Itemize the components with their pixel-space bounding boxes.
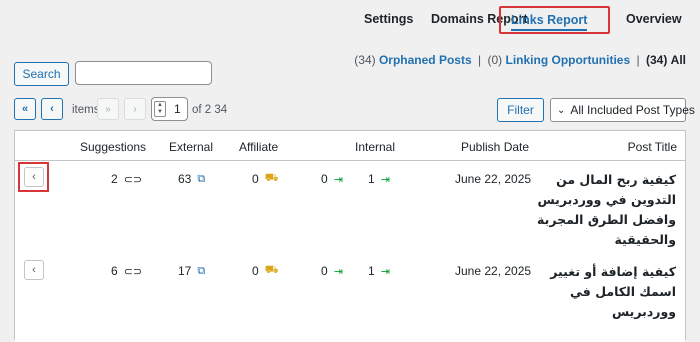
items-label: items: [72, 104, 100, 116]
all-link[interactable]: All: [671, 53, 686, 67]
internal-outbound-count: 1: [368, 172, 375, 186]
external-cell[interactable]: 63 ⧉: [178, 172, 205, 186]
chevron-down-icon: ⌄: [557, 104, 566, 116]
orphaned-posts-link[interactable]: Orphaned Posts: [379, 53, 472, 67]
inbound-link-icon: ⇥: [333, 173, 343, 186]
header-external[interactable]: External: [169, 140, 213, 154]
external-count: 63: [178, 172, 192, 186]
external-link-icon: ⧉: [197, 172, 206, 185]
separator: |: [478, 53, 482, 67]
internal-inbound-cell[interactable]: 0 ⇥: [321, 172, 343, 186]
page-of-label: of 2: [192, 104, 212, 116]
tab-overview[interactable]: Overview: [626, 12, 682, 26]
tab-links-report[interactable]: Links Report: [499, 6, 610, 34]
prev-page-button[interactable]: ‹: [41, 98, 63, 120]
next-page-button[interactable]: ›: [124, 98, 146, 120]
total-items-count: 34: [214, 104, 228, 116]
cart-icon: ⛟: [264, 172, 279, 184]
post-type-select[interactable]: ⌄ All Included Post Types: [550, 98, 695, 122]
link-icon: ⊂⊃: [123, 173, 143, 186]
orphaned-count: (34): [354, 53, 376, 67]
internal-outbound-cell[interactable]: 1 ⇥: [368, 264, 390, 278]
link-icon: ⊂⊃: [123, 265, 143, 278]
post-title-link[interactable]: كيفية إضافة أو تغيير اسمك الكامل في وورد…: [516, 262, 676, 322]
internal-inbound-count: 0: [321, 172, 328, 186]
internal-inbound-cell[interactable]: 0 ⇥: [321, 264, 343, 278]
outbound-link-icon: ⇥: [380, 173, 390, 186]
links-report-table: Suggestions External Affiliate Internal …: [14, 130, 686, 342]
current-page-value: 1: [174, 102, 181, 116]
all-count: (34): [645, 53, 668, 67]
header-affiliate[interactable]: Affiliate: [239, 140, 278, 154]
outbound-link-icon: ⇥: [380, 265, 390, 278]
cart-icon: ⛟: [264, 264, 279, 276]
header-internal[interactable]: Internal: [355, 140, 395, 154]
suggestions-count: 2: [111, 172, 118, 186]
view-filters: (34) Orphaned Posts | (0) Linking Opport…: [354, 53, 686, 67]
suggestions-count: 6: [111, 264, 118, 278]
affiliate-count: 0: [252, 172, 259, 186]
expand-row-button[interactable]: ‹: [24, 167, 44, 187]
last-page-button[interactable]: »: [97, 98, 119, 120]
post-type-select-value: All Included Post Types: [570, 103, 695, 117]
linking-opportunities-link[interactable]: Linking Opportunities: [505, 53, 630, 67]
affiliate-cell[interactable]: 0 ⛟: [252, 172, 279, 186]
internal-outbound-count: 1: [368, 264, 375, 278]
page-total-label: of 2 34: [192, 104, 227, 116]
table-row: ‹ 6 ⊂⊃ 17 ⧉ 0 ⛟ 0 ⇥ 1 ⇥ June 22, 2025 كي…: [15, 254, 685, 342]
table-row: ‹ 2 ⊂⊃ 63 ⧉ 0 ⛟ 0 ⇥ 1 ⇥ June 22, 2025 كي…: [15, 162, 685, 254]
tab-settings[interactable]: Settings: [364, 12, 413, 26]
inbound-link-icon: ⇥: [333, 265, 343, 278]
suggestions-cell[interactable]: 2 ⊂⊃: [111, 172, 142, 186]
post-title-link[interactable]: كيفية ربح المال من التدوين في ووردبريس و…: [516, 170, 676, 250]
expand-row-button[interactable]: ‹: [24, 260, 44, 280]
tab-links-report-label: Links Report: [511, 13, 588, 31]
page-spinner-icon[interactable]: ▲ ▼: [154, 101, 166, 117]
internal-outbound-cell[interactable]: 1 ⇥: [368, 172, 390, 186]
separator: |: [636, 53, 640, 67]
external-cell[interactable]: 17 ⧉: [178, 264, 205, 278]
search-button[interactable]: Search: [14, 62, 69, 86]
table-header: Suggestions External Affiliate Internal …: [15, 131, 685, 161]
header-publish-date[interactable]: Publish Date: [461, 140, 529, 154]
header-post-title[interactable]: Post Title: [628, 140, 677, 154]
search-input[interactable]: [75, 61, 212, 85]
suggestions-cell[interactable]: 6 ⊂⊃: [111, 264, 142, 278]
internal-inbound-count: 0: [321, 264, 328, 278]
header-suggestions[interactable]: Suggestions: [80, 140, 146, 154]
external-link-icon: ⧉: [197, 264, 206, 277]
linking-count: (0): [487, 53, 503, 67]
external-count: 17: [178, 264, 192, 278]
first-page-button[interactable]: «: [14, 98, 36, 120]
affiliate-cell[interactable]: 0 ⛟: [252, 264, 279, 278]
affiliate-count: 0: [252, 264, 259, 278]
filter-button[interactable]: Filter: [497, 98, 544, 122]
current-page-input[interactable]: ▲ ▼ 1: [151, 97, 188, 121]
